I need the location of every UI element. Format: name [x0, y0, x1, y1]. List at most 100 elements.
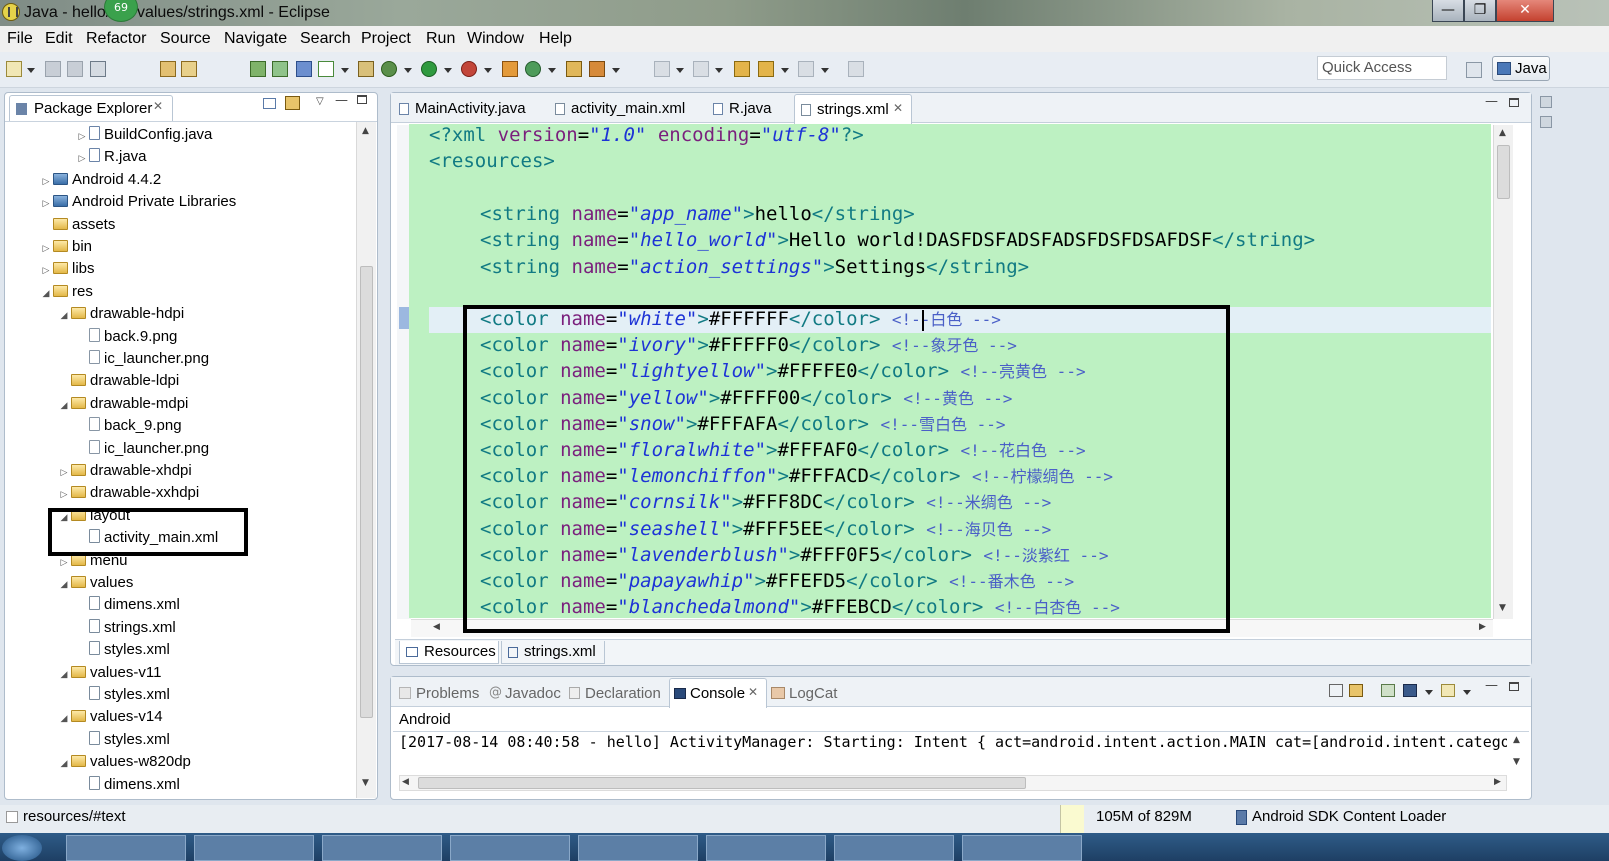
tree-item[interactable]: dimens.xml [77, 774, 180, 796]
debug-icon[interactable] [381, 61, 397, 77]
quick-access-input[interactable]: Quick Access [1317, 56, 1447, 80]
tree-item[interactable]: assets [41, 214, 115, 236]
link-with-editor-icon[interactable] [285, 96, 300, 110]
package-explorer-tab[interactable]: Package Explorer ✕ [9, 95, 173, 121]
tab-javadoc[interactable]: @ Javadoc [487, 683, 561, 705]
tree-item[interactable]: ◢ values [59, 572, 134, 595]
new-package-icon[interactable] [502, 61, 518, 77]
search-icon[interactable] [589, 61, 605, 77]
menu-run[interactable]: Run [426, 30, 455, 48]
tree-item[interactable]: styles.xml [77, 639, 170, 661]
taskbar-item[interactable] [322, 835, 442, 861]
save-icon[interactable] [45, 61, 61, 77]
java-perspective-button[interactable]: Java [1492, 56, 1550, 81]
scroll-lock-icon[interactable] [1349, 684, 1363, 697]
editor-vertical-scrollbar[interactable]: ▲ ▼ [1493, 125, 1513, 619]
run-icon[interactable] [421, 61, 437, 77]
expand-toggle-icon[interactable]: ◢ [59, 573, 69, 595]
minimize-console-icon[interactable]: — [1485, 678, 1498, 693]
expand-toggle-icon[interactable]: ▷ [59, 483, 69, 505]
heap-status[interactable]: 105M of 829M [1096, 808, 1192, 825]
tab-declaration[interactable]: Declaration [567, 683, 667, 705]
menu-source[interactable]: Source [160, 30, 211, 48]
clear-console-icon[interactable] [1329, 684, 1343, 697]
expand-toggle-icon[interactable]: ◢ [59, 394, 69, 416]
check-icon[interactable] [318, 61, 334, 77]
tab-strings-xml[interactable]: strings.xml ✕ [794, 94, 912, 124]
console-horizontal-scrollbar[interactable]: ◀ ▶ [399, 775, 1507, 791]
expand-toggle-icon[interactable]: ▷ [41, 237, 51, 259]
taskbar-item[interactable] [578, 835, 698, 861]
new-dropdown-icon[interactable] [27, 68, 35, 73]
console-output[interactable]: [2017-08-14 08:40:58 - hello] ActivityMa… [399, 733, 1507, 757]
menu-search[interactable]: Search [300, 30, 351, 48]
taskbar-item[interactable] [194, 835, 314, 861]
search-dropdown-icon[interactable] [612, 68, 620, 73]
tree-item[interactable]: ◢ values-v14 [59, 706, 163, 728]
expand-toggle-icon[interactable]: ▷ [59, 461, 69, 483]
taskbar-item[interactable] [706, 835, 826, 861]
console-scroll-thumb[interactable] [418, 777, 1026, 789]
last-edit-icon[interactable] [734, 61, 750, 77]
maximize-button[interactable]: ❐ [1464, 0, 1496, 22]
close-button[interactable]: ✕ [1496, 0, 1554, 22]
gc-trash-icon[interactable] [1236, 810, 1247, 825]
expand-toggle-icon[interactable]: ◢ [59, 707, 69, 729]
side-panel-icon[interactable] [1540, 96, 1552, 108]
tab-r-java[interactable]: R.java [711, 98, 791, 122]
tree-item[interactable]: ◢ values-v11 [59, 662, 162, 684]
tree-item[interactable]: back_9.png [77, 415, 182, 437]
menu-window[interactable]: Window [467, 30, 524, 48]
taskbar-item[interactable] [962, 835, 1082, 861]
back-icon[interactable] [758, 61, 774, 77]
console-scroll-down-icon[interactable]: ▼ [1513, 757, 1520, 767]
save-all-icon[interactable] [67, 61, 83, 77]
open-console-dropdown-icon[interactable] [1463, 690, 1471, 695]
expand-toggle-icon[interactable]: ◢ [59, 752, 69, 774]
tree-item[interactable]: ◢ drawable-mdpi [59, 393, 189, 416]
start-button[interactable] [2, 835, 42, 861]
expand-toggle-icon[interactable]: ▷ [41, 170, 51, 192]
taskbar-item[interactable] [66, 835, 186, 861]
forward-dropdown-icon[interactable] [821, 68, 829, 73]
lint-icon[interactable] [296, 61, 312, 77]
close-view-icon[interactable]: ✕ [153, 99, 163, 113]
tree-item[interactable]: ▷ Android 4.4.2 [41, 169, 162, 192]
run-dropdown-icon[interactable] [444, 68, 452, 73]
tab-console[interactable]: Console ✕ [669, 678, 767, 708]
pin-console-icon[interactable] [1381, 684, 1395, 697]
open-perspective-icon[interactable] [1466, 62, 1482, 78]
expand-toggle-icon[interactable]: ▷ [41, 259, 51, 281]
display-console-dropdown-icon[interactable] [1425, 690, 1433, 695]
taskbar-item[interactable] [450, 835, 570, 861]
tree-item[interactable]: ▷ libs [41, 258, 95, 280]
tree-item[interactable]: ic_launcher.png [77, 438, 209, 460]
print-icon[interactable] [90, 61, 106, 77]
expand-toggle-icon[interactable]: ▷ [41, 192, 51, 214]
maximize-editor-icon[interactable] [1509, 98, 1519, 107]
open-console-icon[interactable] [1441, 684, 1455, 697]
maximize-console-icon[interactable] [1509, 682, 1519, 691]
new-class-dropdown-icon[interactable] [548, 68, 556, 73]
tree-item[interactable]: ◢ res [41, 281, 93, 303]
tree-item[interactable]: styles.xml [77, 684, 170, 706]
tab-resources[interactable]: Resources [399, 641, 499, 664]
tree-item[interactable]: dimens.xml [77, 594, 180, 616]
tree-item[interactable]: ◢ values-w820dp [59, 751, 191, 773]
previous-annotation-dropdown-icon[interactable] [715, 68, 723, 73]
tab-mainactivity[interactable]: MainActivity.java [397, 98, 547, 122]
new-icon[interactable] [6, 61, 22, 77]
expand-toggle-icon[interactable]: ▷ [77, 147, 87, 169]
new-class-icon[interactable] [358, 61, 374, 77]
tree-item[interactable]: ▷ R.java [77, 146, 147, 168]
task-list-icon[interactable] [1540, 116, 1552, 128]
next-annotation-dropdown-icon[interactable] [676, 68, 684, 73]
previous-annotation-icon[interactable] [693, 61, 709, 77]
avd-manager-icon[interactable] [181, 61, 197, 77]
tab-strings-source[interactable]: strings.xml [501, 641, 605, 664]
open-type-icon[interactable] [566, 61, 582, 77]
tree-item[interactable]: styles.xml [77, 729, 170, 751]
taskbar-item[interactable] [834, 835, 954, 861]
external-tools-icon[interactable] [461, 61, 477, 77]
explorer-scroll-thumb[interactable] [360, 266, 373, 718]
